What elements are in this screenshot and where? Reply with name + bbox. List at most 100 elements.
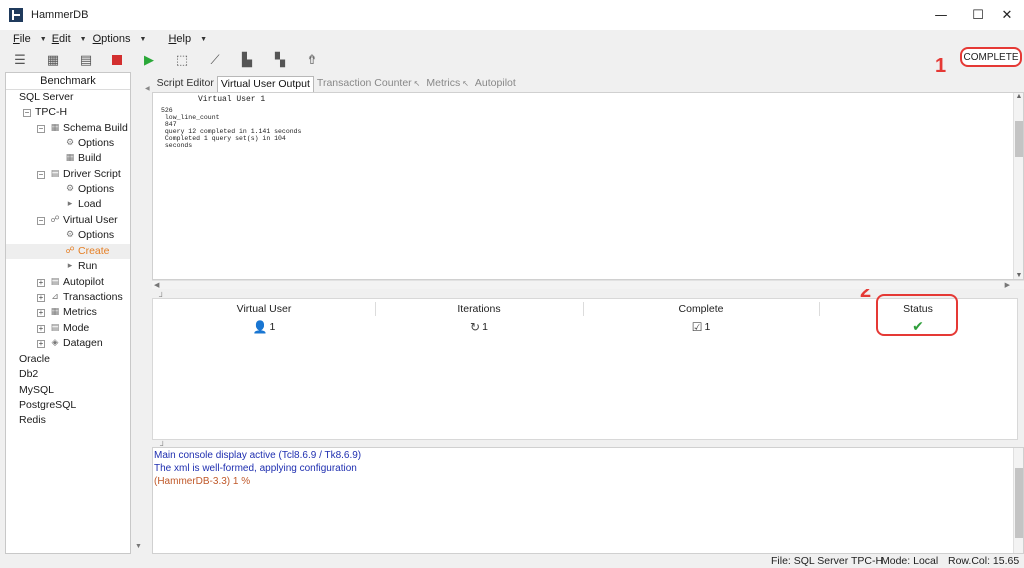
tab-detach-icon[interactable]: ↖ [462,79,469,88]
scroll-left-icon[interactable]: ◀ [154,281,159,289]
collapse-icon[interactable]: − [23,108,31,117]
scroll-right-icon[interactable]: ▶ [1005,281,1010,289]
tab-scroll-icon[interactable]: ◀ [145,85,150,92]
collapse-icon[interactable]: − [37,124,45,133]
output-vertical-scrollbar[interactable]: ▲ ▼ [1013,93,1023,279]
refresh-icon: ↻ [470,320,481,334]
menu-file[interactable]: File ▼ [13,33,47,45]
tree-node-postgresql[interactable]: PostgreSQL [19,398,76,413]
tree-node-mode[interactable]: + ▤ Mode [37,321,89,336]
cell-iterations: ↻ 1 [470,320,488,334]
tree-node-redis[interactable]: Redis [19,413,46,428]
output-line: seconds [161,142,193,149]
expand-icon[interactable]: + [37,278,45,287]
title-bar: HammerDB [0,0,1024,30]
tree-node-create[interactable]: ☍ Create [6,244,130,259]
console-vertical-scrollbar[interactable] [1013,448,1023,553]
menu-caret-icon: ▼ [39,35,47,43]
menu-icon[interactable]: ☰ [11,51,29,69]
collapse-icon[interactable]: − [37,170,45,179]
run-icon[interactable]: ▶ [140,51,158,69]
console-pane[interactable]: Main console display active (Tcl8.6.9 / … [152,447,1024,554]
tree-node-db2[interactable]: Db2 [19,367,38,382]
tab-autopilot[interactable]: Autopilot [472,76,519,92]
tree-node-load[interactable]: ▸ Load [64,197,102,212]
script-icon[interactable]: ▤ [77,51,95,69]
tree-node-vu-options[interactable]: ⚙ Options [64,228,114,243]
tab-transaction-counter[interactable]: Transaction Counter ↖ [314,76,423,92]
console-prompt[interactable]: (HammerDB-3.3) 1 % [154,476,250,487]
output-horizontal-scrollbar[interactable]: ◀ ▶ [152,280,1024,289]
status-annotation-outline [876,294,958,336]
tab-script-editor[interactable]: Script Editor [154,76,217,92]
transactions-icon[interactable]: ▚ [271,51,289,69]
tab-detach-icon[interactable]: ↖ [414,79,421,88]
output-vu-header: Virtual User 1 [198,95,266,104]
menu-bar: File ▼ Edit ▼ Options ▼ Help ▼ [0,30,1024,48]
close-button[interactable]: ✕ [990,0,1024,30]
build-icon[interactable]: ⬚ [173,51,191,69]
tree-node-driver-script[interactable]: − ▤ Driver Script [37,167,121,182]
output-line: query 12 completed in 1.141 seconds [161,128,302,135]
expand-icon[interactable]: + [37,339,45,348]
status-mode: Mode: Local [881,555,939,567]
stop-icon[interactable] [108,51,126,69]
tree-node-build[interactable]: ▦ Build [64,151,102,166]
create-users-icon: ☍ [65,246,75,256]
virtual-user-icon: ☍ [50,215,60,225]
datagen-icon: ◈ [51,338,59,348]
metrics-icon[interactable]: ⟋ [206,51,224,69]
tree-scroll-down-icon[interactable]: ▼ [135,543,142,550]
status-rowcol: Row.Col: 15.65 [948,555,1020,567]
tree-node-virtual-user[interactable]: − ☍ Virtual User [37,213,118,228]
expand-icon[interactable]: + [37,308,45,317]
tree-node-tpc-h[interactable]: − TPC-H [23,105,67,120]
chart-icon[interactable]: ▙ [238,51,256,69]
window-title: HammerDB [31,9,89,21]
tab-bar: ◀ Script Editor Virtual User Output Tran… [145,74,1015,92]
load-arrow-icon: ▸ [67,199,73,209]
tab-metrics[interactable]: Metrics ↖ [423,76,472,92]
column-header-iterations: Iterations [457,303,501,315]
autopilot-icon[interactable]: ⇮ [303,51,321,69]
expand-icon[interactable]: + [37,293,45,302]
menu-help[interactable]: Help ▼ [168,33,207,45]
tree-node-autopilot[interactable]: + ▤ Autopilot [37,275,104,290]
grid-icon[interactable]: ▦ [44,51,62,69]
virtual-user-output-pane[interactable]: Virtual User 1 526 low_line_count 847 qu… [152,92,1024,280]
tree-node-sql-server[interactable]: SQL Server [19,90,73,105]
tree-node-metrics[interactable]: + ▦ Metrics [37,305,97,320]
menu-options[interactable]: Options ▼ [93,33,147,45]
menu-caret-icon: ▼ [79,35,87,43]
scroll-down-icon[interactable]: ▼ [1014,272,1023,279]
cell-virtual-user: 👤 1 [252,320,276,334]
tree-node-oracle[interactable]: Oracle [19,352,50,367]
tree-node-schema-build[interactable]: − ▦ Schema Build [37,121,128,136]
menu-edit[interactable]: Edit ▼ [52,33,87,45]
transactions-icon: ⊿ [51,292,59,302]
output-line: 526 [161,107,173,114]
expand-icon[interactable]: + [37,324,45,333]
output-line: low_line_count [161,114,220,121]
scrollbar-thumb[interactable] [1015,468,1023,538]
user-icon: 👤 [252,320,268,334]
tree-node-datagen[interactable]: + ◈ Datagen [37,336,103,351]
scrollbar-thumb[interactable] [1015,121,1023,157]
build-icon: ▦ [65,153,75,163]
tree-node-driver-options[interactable]: ⚙ Options [64,182,114,197]
gear-icon: ⚙ [65,230,75,240]
status-file: File: SQL Server TPC-H [771,555,884,567]
stop-square [112,55,122,65]
run-arrow-icon: ▸ [67,261,73,271]
status-bar: File: SQL Server TPC-H Mode: Local Row.C… [0,554,1024,568]
collapse-icon[interactable]: − [37,216,45,225]
table-side-gutter [1018,298,1024,440]
scroll-up-icon[interactable]: ▲ [1014,93,1023,100]
menu-caret-icon: ▼ [139,35,147,43]
tree-node-run[interactable]: ▸ Run [64,259,98,274]
output-line: Completed 1 query set(s) in 104 [161,135,286,142]
tree-node-mysql[interactable]: MySQL [19,383,54,398]
tab-virtual-user-output[interactable]: Virtual User Output [216,76,314,92]
tree-node-schema-options[interactable]: ⚙ Options [64,136,114,151]
tree-node-transactions[interactable]: + ⊿ Transactions [37,290,123,305]
